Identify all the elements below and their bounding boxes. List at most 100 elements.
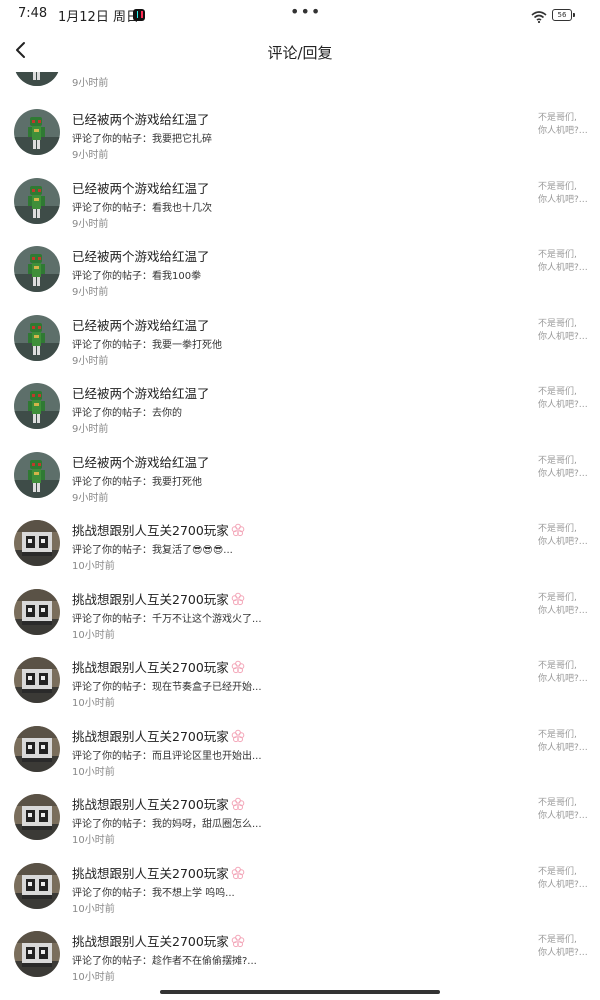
comment-time: 9小时前 [72, 287, 109, 298]
username-text[interactable]: 已经被两个游戏给红温了 [72, 386, 210, 401]
page-title: 评论/回复 [267, 44, 333, 62]
post-preview-line: 你人机吧?… [538, 331, 588, 342]
username[interactable]: 挑战想跟别人互关2700玩家 [72, 657, 245, 677]
flower-badge-icon [231, 729, 245, 746]
list-item[interactable]: 已经被两个游戏给红温了 评论了你的帖子：我要打死他 9小时前 不是哥们, 你人机吧?… [0, 451, 600, 519]
comment-time: 10小时前 [72, 766, 115, 778]
username-text[interactable]: 已经被两个游戏给红温了 [72, 455, 210, 470]
original-post-preview[interactable]: 不是哥们, 你人机吧?… [538, 592, 590, 618]
username-text[interactable]: 挑战想跟别人互关2700玩家 [72, 592, 229, 607]
list-item[interactable]: 已经被两个游戏给红温了评论了你的帖子：去你的 9小时前 不是哥们, 你人机吧?… [0, 382, 600, 450]
original-post-preview[interactable]: 不是哥们, 你人机吧?… [538, 455, 590, 481]
username[interactable]: 已经被两个游戏给红温了 [72, 452, 210, 471]
username-text[interactable]: 已经被两个游戏给红温了 [72, 318, 210, 333]
list-item[interactable]: 挑战想跟别人互关2700玩家 评论了你的帖子：我复活了😎😎😎... 10小时前 不是哥… [0, 519, 600, 587]
username[interactable]: 挑战想跟别人互关2700玩家 [72, 520, 245, 540]
original-post-preview[interactable]: 不是哥们, 你人机吧?… [538, 523, 590, 549]
username-text[interactable]: 挑战想跟别人互关2700玩家 [72, 797, 229, 812]
avatar[interactable] [14, 725, 60, 772]
comment-text: 评论了你的帖子：去你的 [72, 408, 182, 419]
avatar[interactable] [14, 520, 60, 566]
comment-list[interactable]: 9小时前 已经被两个游戏给红温了 评论了你的帖子：我要把它扎碎 9小时前 不是哥们, 你… [0, 72, 600, 990]
username[interactable]: 已经被两个游戏给红温了 [72, 383, 210, 402]
original-post-preview[interactable]: 不是哥们, 你人机吧?… [538, 112, 590, 138]
username[interactable]: 挑战想跟别人互关2700玩家 [72, 931, 245, 951]
list-item[interactable]: 挑战想跟别人互关2700玩家 评论了你的帖子：我的妈呀，甜瓜圈怎么... 10小时前… [0, 793, 600, 861]
avatar[interactable] [14, 177, 60, 224]
flower-badge-icon [231, 866, 245, 883]
list-item[interactable]: 挑战想跟别人互关2700玩家 评论了你的帖子：我不想上学 呜呜... 10小时前 不是… [0, 862, 600, 930]
original-post-preview[interactable]: 不是哥们, 你人机吧?… [538, 249, 590, 275]
username-text[interactable]: 已经被两个游戏给红温了 [72, 112, 210, 127]
post-preview-line: 不是哥们, [538, 250, 577, 260]
avatar[interactable] [14, 794, 60, 840]
username-text[interactable]: 挑战想跟别人互关2700玩家 [72, 523, 229, 538]
post-preview-line: 你人机吧?… [538, 400, 588, 410]
username[interactable]: 挑战想跟别人互关2700玩家 [72, 863, 245, 883]
avatar[interactable] [14, 246, 60, 292]
avatar[interactable] [14, 72, 60, 86]
username[interactable]: 已经被两个游戏给红温了 [72, 315, 210, 334]
list-item[interactable]: 已经被两个游戏给红温了 评论了你的帖子：我要一拳打死他 9小时前 不是哥们, 你人机吧?… [0, 314, 600, 382]
post-preview-line: 你人机吧?… [538, 126, 588, 136]
comment-time: 10小时前 [72, 972, 115, 983]
list-item[interactable]: 挑战想跟别人互关2700玩家 评论了你的帖子：现在节奏盒子已经开始... 10小时前… [0, 656, 600, 724]
list-item[interactable]: 已经被两个游戏给红温了 评论了你的帖子：我要把它扎碎 9小时前 不是哥们, 你人机吧?… [0, 108, 600, 176]
avatar[interactable] [14, 451, 60, 498]
username-text[interactable]: 已经被两个游戏给红温了 [72, 249, 210, 264]
flower-badge-icon [231, 592, 245, 609]
post-preview-line: 你人机吧?… [538, 263, 588, 273]
list-item[interactable]: 已经被两个游戏给红温了 评论了你的帖子：看我也十几次 9小时前 不是哥们, 你人机吧?… [0, 177, 600, 245]
post-preview-line: 不是哥们, [538, 181, 577, 192]
avatar[interactable] [14, 314, 60, 361]
original-post-preview[interactable]: 不是哥们, 你人机吧?… [538, 386, 590, 412]
username[interactable]: 挑战想跟别人互关2700玩家 [72, 794, 245, 814]
avatar[interactable] [14, 931, 60, 977]
comment-time: 9小时前 [72, 150, 109, 161]
original-post-preview[interactable]: 不是哥们, 你人机吧?… [538, 729, 590, 755]
avatar[interactable] [14, 383, 60, 429]
username-text[interactable]: 挑战想跟别人互关2700玩家 [72, 729, 229, 744]
list-item[interactable]: 挑战想跟别人互关2700玩家评论了你的帖子：趁作者不在偷偷摆摊?... 10小时前… [0, 930, 600, 990]
comment-time: 10小时前 [72, 629, 115, 641]
flower-badge-icon [231, 797, 245, 814]
original-post-preview[interactable]: 不是哥们, 你人机吧?… [538, 318, 590, 344]
avatar[interactable] [14, 109, 60, 155]
post-preview-line: 不是哥们, [538, 113, 577, 123]
more-dots-icon[interactable]: ••• [290, 2, 321, 21]
list-item[interactable]: 已经被两个游戏给红温了 评论了你的帖子：看我100拳 9小时前 不是哥们, 你人机吧?… [0, 245, 600, 313]
flower-badge-icon [231, 523, 245, 540]
avatar[interactable] [14, 862, 60, 909]
username[interactable]: 已经被两个游戏给红温了 [72, 246, 210, 265]
avatar[interactable] [14, 588, 60, 635]
comment-time: 9小时前 [72, 424, 109, 435]
avatar[interactable] [14, 657, 60, 703]
home-indicator[interactable] [160, 990, 440, 994]
original-post-preview[interactable]: 不是哥们, 你人机吧?… [538, 660, 590, 686]
username-text[interactable]: 挑战想跟别人互关2700玩家 [72, 866, 229, 881]
username[interactable]: 已经被两个游戏给红温了 [72, 178, 210, 197]
username[interactable]: 挑战想跟别人互关2700玩家 [72, 589, 245, 609]
original-post-preview[interactable]: 不是哥们, 你人机吧?… [538, 181, 590, 207]
status-bar: 7:48 1月12日 周日 ••• 56 [0, 0, 600, 30]
list-item[interactable]: 挑战想跟别人互关2700玩家 评论了你的帖子：而且评论区里也开始出... 10小时前… [0, 725, 600, 793]
comment-text: 评论了你的帖子：我复活了😎😎😎... [72, 545, 233, 556]
original-post-preview[interactable]: 不是哥们, 你人机吧?… [538, 934, 590, 960]
post-preview-line: 不是哥们, [538, 524, 577, 534]
post-preview-line: 不是哥们, [538, 387, 577, 397]
original-post-preview[interactable]: 不是哥们, 你人机吧?… [538, 797, 590, 823]
flower-badge-icon [231, 934, 245, 951]
post-preview-line: 你人机吧?… [538, 194, 588, 205]
comment-text: 评论了你的帖子：趁作者不在偷偷摆摊?... [72, 956, 257, 967]
post-preview-line: 你人机吧?… [538, 674, 588, 684]
post-preview-line: 不是哥们, [538, 661, 577, 671]
username[interactable]: 已经被两个游戏给红温了 [72, 109, 210, 128]
username[interactable]: 挑战想跟别人互关2700玩家 [72, 726, 245, 746]
username-text[interactable]: 挑战想跟别人互关2700玩家 [72, 660, 229, 675]
original-post-preview[interactable]: 不是哥们, 你人机吧?… [538, 866, 590, 892]
username-text[interactable]: 已经被两个游戏给红温了 [72, 181, 210, 196]
flower-badge-icon [231, 660, 245, 677]
list-item[interactable]: 挑战想跟别人互关2700玩家 评论了你的帖子：千万不让这个游戏火了... 10小时前… [0, 588, 600, 656]
username-text[interactable]: 挑战想跟别人互关2700玩家 [72, 934, 229, 949]
list-item-partial[interactable]: 9小时前 [0, 72, 600, 96]
